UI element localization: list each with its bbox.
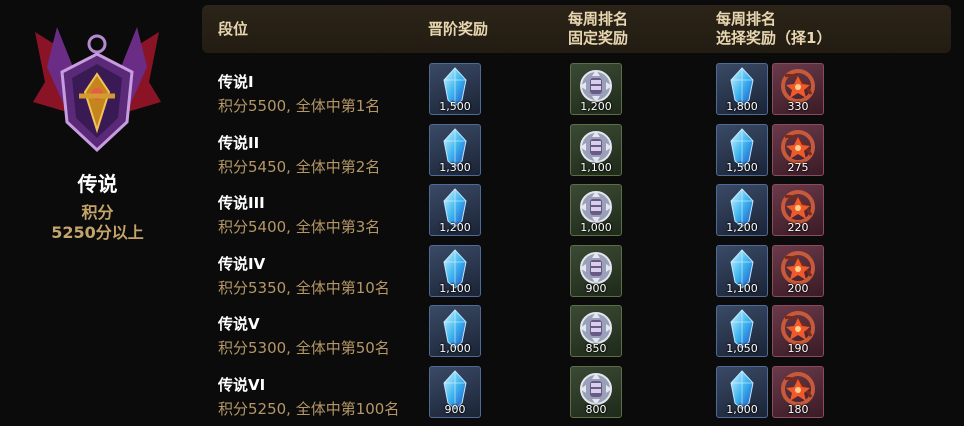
item-quantity: 900	[444, 402, 466, 416]
item-quantity: 1,300	[439, 160, 471, 174]
item-quantity: 850	[585, 342, 607, 355]
item-quantity: 1,000	[580, 221, 612, 234]
item-quantity: 1,200	[580, 100, 612, 113]
item-quantity: 180	[787, 402, 809, 416]
rank-name: 传说V	[218, 315, 260, 333]
rank-row: 传说V 积分5300, 全体中第50名 1,000 850 1,050 190	[0, 305, 964, 365]
rank-name: 传说II	[218, 133, 260, 152]
weekly-select-reward-token[interactable]: 330	[772, 63, 824, 115]
weekly-select-reward-token[interactable]: 220	[772, 184, 824, 236]
weekly-fixed-reward-item[interactable]: 1,200	[570, 63, 622, 115]
promotion-reward-item[interactable]: 900	[429, 365, 481, 418]
rank-row: 传说IV 积分5350, 全体中第10名 1,100 900 1,100 200	[0, 244, 964, 305]
rank-row: 传说I 积分5500, 全体中第1名 1,500 1,200 1,800 330	[0, 63, 964, 123]
item-quantity: 1,100	[439, 281, 471, 295]
promotion-reward-item[interactable]: 1,300	[429, 123, 481, 176]
weekly-select-reward-token[interactable]: 275	[772, 123, 824, 176]
rank-row: 传说II 积分5450, 全体中第2名 1,300 1,100 1,500 275	[0, 123, 964, 184]
promotion-reward-item[interactable]: 1,000	[429, 305, 481, 357]
weekly-select-reward-token[interactable]: 190	[772, 305, 824, 357]
rank-requirement: 积分5250, 全体中第100名	[218, 399, 400, 418]
rank-name: 传说VI	[218, 375, 266, 394]
rank-row: 传说III 积分5400, 全体中第3名 1,200 1,000 1,200 220	[0, 184, 964, 244]
header-weekly-select-line1: 每周排名	[716, 10, 777, 28]
weekly-select-reward-token[interactable]: 200	[772, 244, 824, 297]
item-quantity: 330	[787, 100, 809, 113]
rank-requirement: 积分5400, 全体中第3名	[218, 218, 381, 236]
weekly-fixed-reward-item[interactable]: 800	[570, 365, 622, 418]
item-quantity: 900	[585, 281, 607, 295]
item-quantity: 800	[585, 402, 607, 416]
item-quantity: 190	[787, 342, 809, 355]
item-quantity: 275	[787, 160, 809, 174]
item-quantity: 200	[787, 281, 809, 295]
header-promotion: 晋阶奖励	[428, 20, 489, 38]
promotion-reward-item[interactable]: 1,200	[429, 184, 481, 236]
weekly-fixed-reward-item[interactable]: 1,000	[570, 184, 622, 236]
weekly-fixed-reward-item[interactable]: 1,100	[570, 123, 622, 176]
rank-row: 传说VI 积分5250, 全体中第100名 900 800 1,000 180	[0, 365, 964, 426]
item-quantity: 220	[787, 221, 809, 234]
item-quantity: 1,500	[439, 100, 471, 113]
weekly-select-reward-crystal[interactable]: 1,500	[716, 123, 768, 176]
rank-name: 传说I	[218, 73, 254, 91]
item-quantity: 1,100	[580, 160, 612, 174]
header-rank: 段位	[218, 20, 249, 38]
item-quantity: 1,100	[726, 281, 758, 295]
item-quantity: 1,800	[726, 100, 758, 113]
header-weekly-fixed-line2: 固定奖励	[568, 29, 629, 47]
promotion-reward-item[interactable]: 1,500	[429, 63, 481, 115]
rank-requirement: 积分5350, 全体中第10名	[218, 278, 390, 297]
rank-requirement: 积分5500, 全体中第1名	[218, 97, 381, 115]
item-quantity: 1,000	[726, 402, 758, 416]
weekly-fixed-reward-item[interactable]: 850	[570, 305, 622, 357]
weekly-select-reward-crystal[interactable]: 1,200	[716, 184, 768, 236]
promotion-reward-item[interactable]: 1,100	[429, 244, 481, 297]
weekly-select-reward-crystal[interactable]: 1,800	[716, 63, 768, 115]
rank-name: 传说IV	[218, 254, 266, 273]
header-weekly-fixed-line1: 每周排名	[568, 10, 629, 28]
rank-requirement: 积分5450, 全体中第2名	[218, 157, 381, 176]
item-quantity: 1,200	[439, 221, 471, 234]
item-quantity: 1,000	[439, 342, 471, 355]
item-quantity: 1,200	[726, 221, 758, 234]
weekly-select-reward-token[interactable]: 180	[772, 365, 824, 418]
item-quantity: 1,050	[726, 342, 758, 355]
weekly-fixed-reward-item[interactable]: 900	[570, 244, 622, 297]
weekly-select-reward-crystal[interactable]: 1,000	[716, 365, 768, 418]
header-weekly-select-line2: 选择奖励（择1）	[716, 29, 832, 47]
rank-name: 传说III	[218, 194, 265, 212]
rank-requirement: 积分5300, 全体中第50名	[218, 339, 390, 357]
item-quantity: 1,500	[726, 160, 758, 174]
header-weekly-fixed: 每周排名 固定奖励	[568, 10, 628, 48]
weekly-select-reward-crystal[interactable]: 1,100	[716, 244, 768, 297]
weekly-select-reward-crystal[interactable]: 1,050	[716, 305, 768, 357]
header-weekly-select: 每周排名 选择奖励（择1）	[716, 10, 831, 48]
